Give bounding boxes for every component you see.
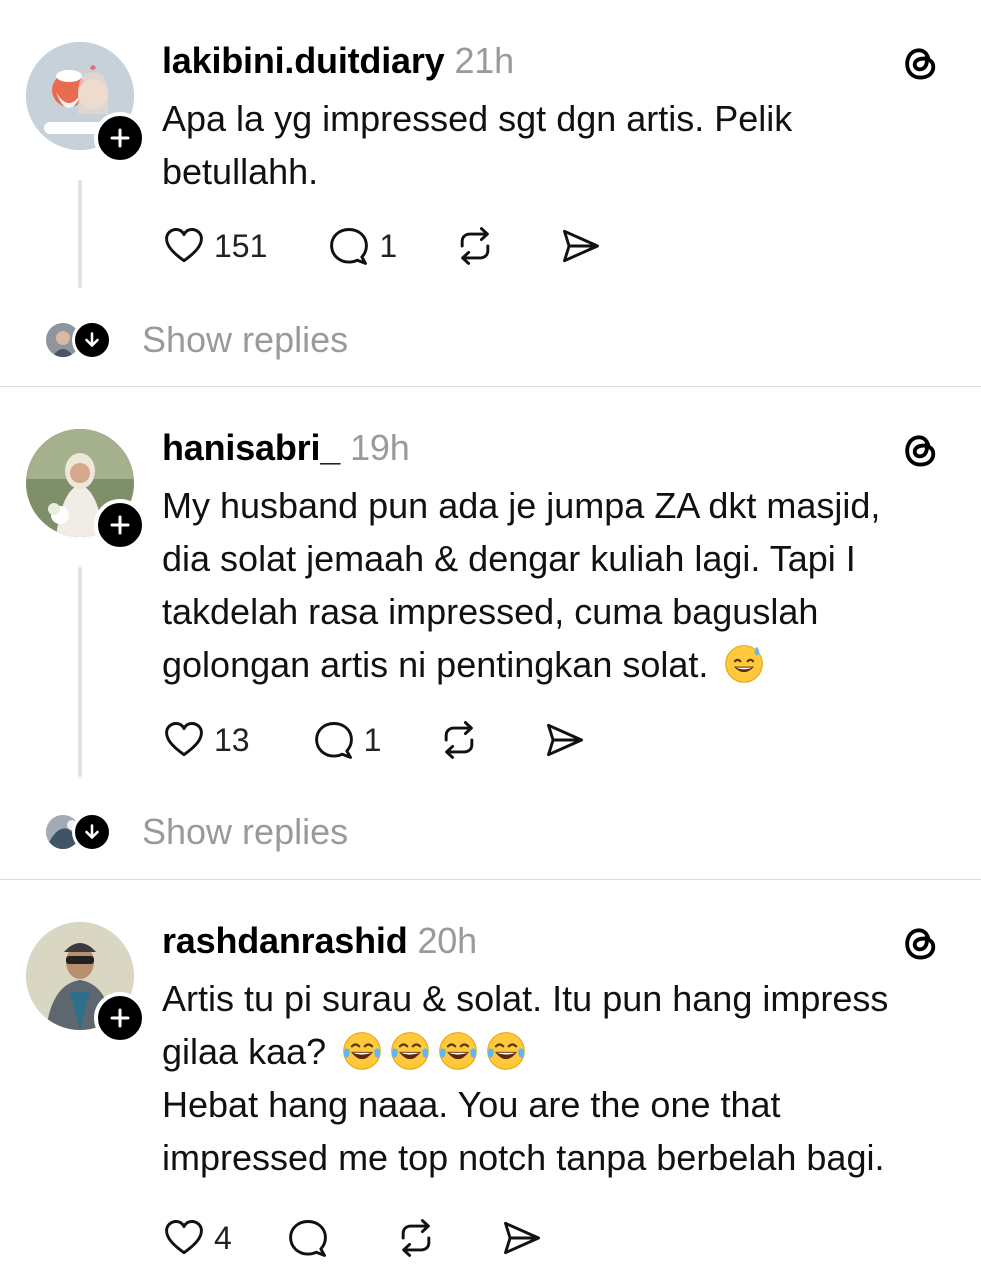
reply-button[interactable] xyxy=(286,1216,330,1260)
arrow-down-icon xyxy=(72,812,112,852)
repost-icon xyxy=(394,1216,438,1260)
username-text[interactable]: lakibini.duitdiary xyxy=(162,40,445,81)
post-text: My husband pun ada je jumpa ZA dkt masji… xyxy=(162,479,880,691)
repost-button[interactable] xyxy=(437,718,481,762)
threads-logo-icon[interactable] xyxy=(898,920,942,964)
show-replies-label[interactable]: Show replies xyxy=(142,811,348,853)
reply-count: 1 xyxy=(363,721,382,758)
comment-icon xyxy=(286,1216,330,1260)
heart-icon xyxy=(162,718,206,762)
plus-icon xyxy=(108,126,132,150)
share-button[interactable] xyxy=(500,1216,544,1260)
post-line: takdelah rasa impressed, cuma baguslah xyxy=(162,591,819,632)
timestamp: 19h xyxy=(350,427,410,468)
follow-button[interactable] xyxy=(94,112,146,164)
repost-icon xyxy=(453,224,497,268)
post-line: dia solat jemaah & dengar kuliah lagi. T… xyxy=(162,538,856,579)
comment-icon xyxy=(312,718,356,762)
post-line-with-emoji: golongan artis ni pentingkan solat. xyxy=(162,638,880,691)
heart-icon xyxy=(162,224,206,268)
timestamp: 21h xyxy=(454,40,514,81)
post-line: betullahh. xyxy=(162,151,319,192)
follow-button[interactable] xyxy=(94,992,146,1044)
username[interactable]: rashdanrashid 20h xyxy=(162,920,477,962)
share-button[interactable] xyxy=(543,718,587,762)
reply-button[interactable]: 1 xyxy=(327,224,397,268)
tears-of-joy-emoji-icon xyxy=(484,1028,528,1072)
like-button[interactable]: 151 xyxy=(162,224,267,268)
like-button[interactable]: 13 xyxy=(162,718,250,762)
post-line-with-emoji: gilaa kaa? xyxy=(162,1025,888,1078)
show-replies-label[interactable]: Show replies xyxy=(142,319,348,361)
post-line: gilaa kaa? xyxy=(162,1031,327,1072)
post-2: hanisabri_ 19h My husband pun ada je jump… xyxy=(0,387,981,879)
reply-count: 1 xyxy=(379,227,398,264)
repost-button[interactable] xyxy=(453,224,497,268)
username[interactable]: lakibini.duitdiary 21h xyxy=(162,40,514,82)
post-3: rashdanrashid 20h Artis tu pi surau & sol… xyxy=(0,880,981,1280)
heart-icon xyxy=(162,1216,206,1260)
share-icon xyxy=(559,224,603,268)
post-line: Artis tu pi surau & solat. Itu pun hang … xyxy=(162,978,889,1019)
thread-line xyxy=(78,180,82,288)
username-text[interactable]: rashdanrashid xyxy=(162,920,408,961)
timestamp: 20h xyxy=(417,920,477,961)
action-bar: 4 xyxy=(162,1214,544,1262)
arrow-down-icon xyxy=(72,320,112,360)
share-button[interactable] xyxy=(559,224,603,268)
show-replies-button[interactable]: Show replies xyxy=(46,319,348,361)
tears-of-joy-emoji-icon xyxy=(340,1028,384,1072)
like-button[interactable]: 4 xyxy=(162,1216,232,1260)
comment-icon xyxy=(327,224,371,268)
like-count: 151 xyxy=(214,227,268,264)
tears-of-joy-emoji-icon xyxy=(436,1028,480,1072)
sweat-smile-emoji-icon xyxy=(722,641,766,685)
thread-line xyxy=(78,567,82,777)
repost-icon xyxy=(437,718,481,762)
post-line: Hebat hang naaa. You are the one that xyxy=(162,1084,781,1125)
username-text[interactable]: hanisabri_ xyxy=(162,427,340,468)
post-line: golongan artis ni pentingkan solat. xyxy=(162,644,709,685)
post-text: Apa la yg impressed sgt dgn artis. Pelik… xyxy=(162,92,792,198)
like-count: 13 xyxy=(214,721,250,758)
action-bar: 13 1 xyxy=(162,716,587,764)
post-1: lakibini.duitdiary 21h Apa la yg impresse… xyxy=(0,0,981,386)
reply-button[interactable]: 1 xyxy=(312,718,382,762)
post-line: impressed me top notch tanpa berbelah ba… xyxy=(162,1137,885,1178)
share-icon xyxy=(500,1216,544,1260)
share-icon xyxy=(543,718,587,762)
show-replies-button[interactable]: Show replies xyxy=(46,811,348,853)
post-line: Apa la yg impressed sgt dgn artis. Pelik xyxy=(162,98,793,139)
repost-button[interactable] xyxy=(394,1216,438,1260)
threads-logo-icon[interactable] xyxy=(898,427,942,471)
like-count: 4 xyxy=(214,1219,232,1256)
username[interactable]: hanisabri_ 19h xyxy=(162,427,410,469)
plus-icon xyxy=(108,513,132,537)
action-bar: 151 1 xyxy=(162,222,603,270)
follow-button[interactable] xyxy=(94,499,146,551)
threads-logo-icon[interactable] xyxy=(898,40,942,84)
post-text: Artis tu pi surau & solat. Itu pun hang … xyxy=(162,972,888,1184)
plus-icon xyxy=(108,1006,132,1030)
post-line: My husband pun ada je jumpa ZA dkt masji… xyxy=(162,485,881,526)
tears-of-joy-emoji-icon xyxy=(388,1028,432,1072)
